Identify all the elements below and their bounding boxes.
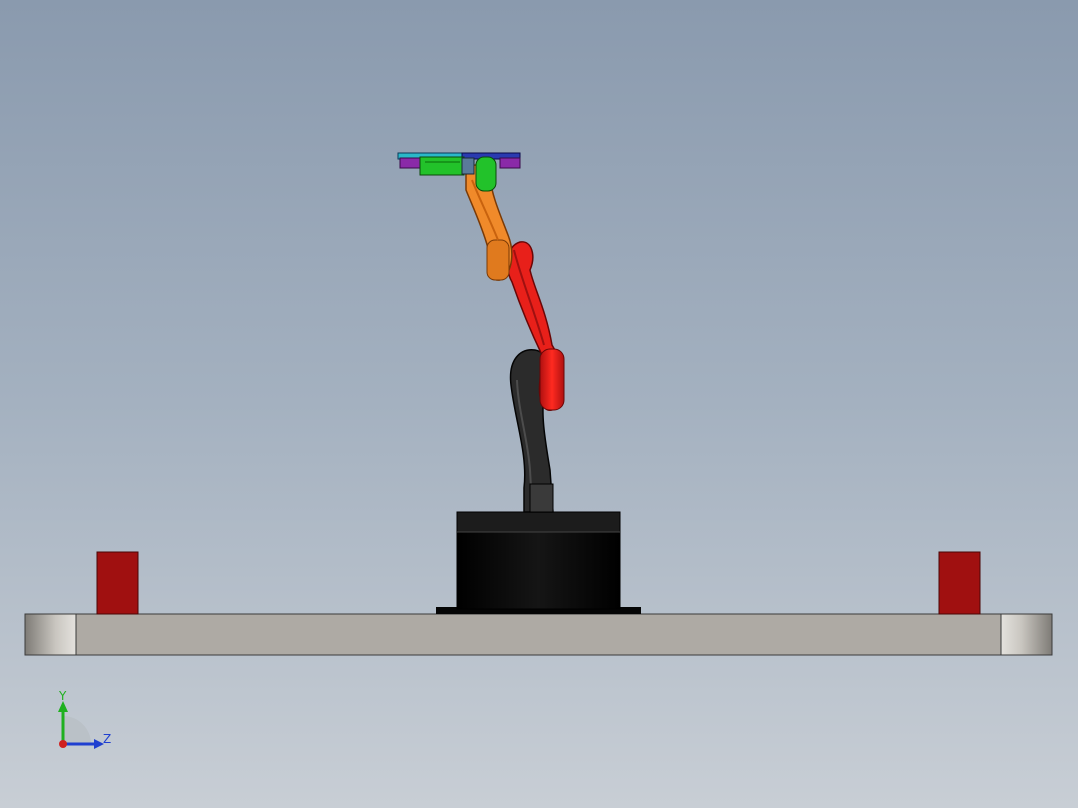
view-triad: Y Z [58,689,111,749]
z-axis-label: Z [103,732,111,746]
left-red-block[interactable] [96,551,139,615]
x-axis-dot [59,740,67,748]
base-plate[interactable] [24,613,1053,656]
model-view[interactable]: Y Z [0,0,1078,808]
graphics-viewport[interactable]: Y Z [0,0,1078,808]
right-red-block[interactable] [938,551,981,615]
end-effector-gripper[interactable] [397,152,521,192]
y-axis-label: Y [58,689,67,703]
robot-base-cylinder[interactable] [436,511,641,614]
